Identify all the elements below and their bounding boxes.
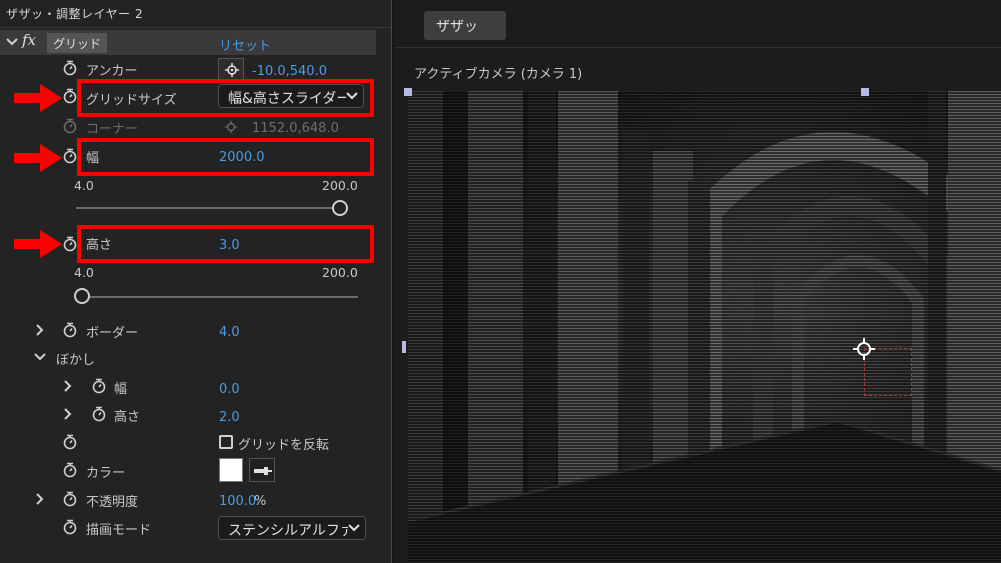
effect-header[interactable]: fx グリッド リセット xyxy=(0,30,376,55)
color-swatch[interactable] xyxy=(219,458,243,482)
blend-mode-label: 描画モード xyxy=(86,523,152,538)
border-value[interactable]: 4.0 xyxy=(219,325,240,340)
stopwatch-icon[interactable] xyxy=(63,60,77,76)
stopwatch-icon[interactable] xyxy=(63,322,77,338)
reset-link[interactable]: リセット xyxy=(219,35,271,54)
divider xyxy=(394,47,1001,48)
panel-title: ザザッ・調整レイヤー 2 xyxy=(6,7,144,21)
highlight-width xyxy=(77,138,374,176)
anchor-target-icon xyxy=(224,120,238,134)
property-border[interactable]: ボーダー 4.0 xyxy=(0,317,380,344)
height-slider-track[interactable] xyxy=(82,296,358,298)
invert-label: グリッドを反転 xyxy=(238,438,330,453)
feather-width-label: 幅 xyxy=(114,382,128,397)
scanline-overlay xyxy=(408,91,1001,563)
stopwatch-icon[interactable] xyxy=(63,491,77,507)
opacity-label: 不透明度 xyxy=(86,495,139,510)
anchor-target-icon xyxy=(225,63,239,77)
tab-composition[interactable]: ザザッ xyxy=(424,11,506,40)
chevron-right-icon[interactable] xyxy=(34,492,46,506)
property-invert: グリッドを反転 xyxy=(0,429,380,456)
highlight-height xyxy=(77,225,374,263)
transform-handle[interactable] xyxy=(402,341,406,353)
stopwatch-icon[interactable] xyxy=(63,236,77,252)
stopwatch-icon[interactable] xyxy=(63,434,77,450)
opacity-value[interactable]: 100.0 xyxy=(219,494,256,509)
property-corner: コーナー 1152.0,648.0 xyxy=(0,113,380,140)
stopwatch-icon[interactable] xyxy=(63,519,77,535)
divider xyxy=(0,27,394,28)
eyedropper-icon xyxy=(254,467,272,475)
color-label: カラー xyxy=(86,466,126,481)
anchor-crosshair-icon[interactable] xyxy=(852,337,876,361)
invert-checkbox[interactable] xyxy=(219,435,233,449)
chevron-right-icon[interactable] xyxy=(62,407,74,421)
stopwatch-icon[interactable] xyxy=(63,462,77,478)
effect-name: グリッド xyxy=(47,33,108,53)
property-feather-width[interactable]: 幅 0.0 xyxy=(0,373,380,400)
property-anchor: アンカー -10.0,540.0 xyxy=(0,55,380,82)
height-slider-handle[interactable] xyxy=(74,288,90,304)
blend-mode-value: ステンシルアルファ xyxy=(228,523,354,539)
stopwatch-icon[interactable] xyxy=(63,88,77,104)
feather-label: ぼかし xyxy=(56,353,96,368)
height-slider-max: 200.0 xyxy=(322,265,358,280)
anchor-target-button[interactable] xyxy=(218,58,244,80)
red-arrow-icon xyxy=(14,84,62,112)
height-slider-min: 4.0 xyxy=(74,265,94,280)
property-feather[interactable]: ぼかし xyxy=(0,344,380,371)
feather-height-value[interactable]: 2.0 xyxy=(219,410,240,425)
chevron-down-icon[interactable] xyxy=(34,350,46,364)
anchor-value[interactable]: -10.0,540.0 xyxy=(252,64,327,79)
opacity-unit: % xyxy=(254,494,267,509)
eyedropper-button[interactable] xyxy=(249,458,275,482)
program-monitor: ザザッ アクティブカメラ (カメラ 1) xyxy=(394,0,1001,563)
width-slider-track[interactable] xyxy=(76,207,340,209)
composition-viewer[interactable] xyxy=(408,91,1001,563)
stopwatch-icon[interactable] xyxy=(63,148,77,164)
border-label: ボーダー xyxy=(86,326,139,341)
transform-handle[interactable] xyxy=(861,88,869,96)
highlight-grid-size xyxy=(77,79,374,117)
corner-value: 1152.0,648.0 xyxy=(252,121,339,136)
feather-height-label: 高さ xyxy=(114,410,141,425)
stopwatch-icon[interactable] xyxy=(92,378,106,394)
property-opacity[interactable]: 不透明度 100.0 % xyxy=(0,486,380,513)
feather-width-value[interactable]: 0.0 xyxy=(219,382,240,397)
width-slider-handle[interactable] xyxy=(332,200,348,216)
property-color: カラー xyxy=(0,457,380,484)
chevron-down-icon[interactable] xyxy=(6,35,18,49)
camera-label: アクティブカメラ (カメラ 1) xyxy=(414,67,583,82)
corner-label: コーナー xyxy=(86,122,139,137)
fx-badge[interactable]: fx xyxy=(22,31,36,49)
anchor-label: アンカー xyxy=(86,64,138,79)
transform-handle[interactable] xyxy=(404,88,412,96)
chevron-down-icon xyxy=(348,523,360,533)
blend-mode-dropdown[interactable]: ステンシルアルファ xyxy=(218,516,366,540)
effect-controls-panel: ザザッ・調整レイヤー 2 fx グリッド リセット アンカー -10.0,540… xyxy=(0,0,394,563)
chevron-right-icon[interactable] xyxy=(34,323,46,337)
stopwatch-icon[interactable] xyxy=(92,406,106,422)
tab-label: ザザッ xyxy=(436,19,478,35)
red-arrow-icon xyxy=(14,230,62,258)
red-arrow-icon xyxy=(14,144,62,172)
width-slider-min: 4.0 xyxy=(74,178,94,193)
chevron-right-icon[interactable] xyxy=(62,379,74,393)
stopwatch-icon xyxy=(63,118,77,134)
width-slider-max: 200.0 xyxy=(322,178,358,193)
property-feather-height[interactable]: 高さ 2.0 xyxy=(0,401,380,428)
